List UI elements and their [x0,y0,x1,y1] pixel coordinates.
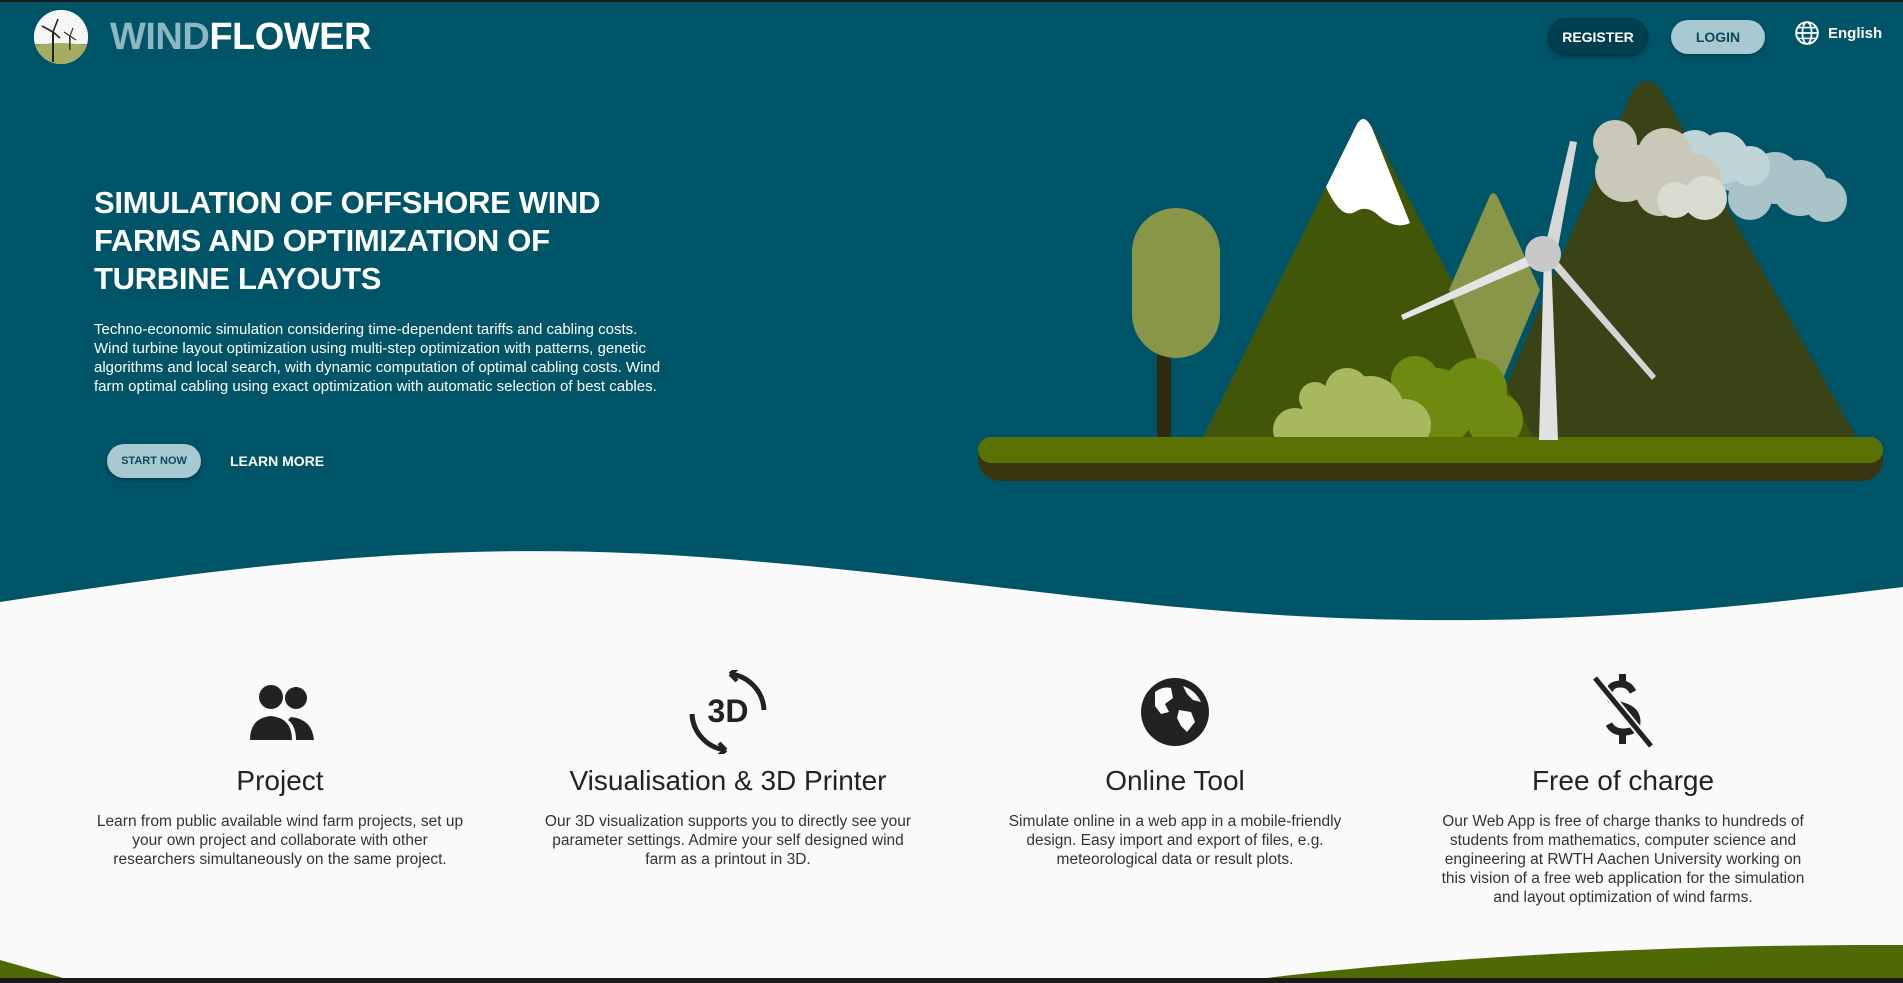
language-selector[interactable]: English [1794,18,1882,48]
learn-more-button[interactable]: LEARN MORE [230,448,324,474]
hero-section: WINDFLOWER REGISTER LOGIN English SIMULA… [0,2,1903,642]
feature-project: Project Learn from public available wind… [85,670,475,869]
logo-wordmark: WINDFLOWER [110,18,371,56]
feature-online-tool: Online Tool Simulate online in a web app… [980,670,1370,869]
feature-visualisation: 3D Visualisation & 3D Printer Our 3D vis… [533,670,923,869]
globe-icon [1141,678,1209,746]
feature-text: Our 3D visualization supports you to dir… [544,813,912,868]
feature-title: Visualisation & 3D Printer [569,765,887,796]
hero-description: Techno-economic simulation considering t… [94,321,661,395]
hero-illustration [978,81,1883,481]
logo-text-flower: FLOWER [209,16,371,58]
feature-title: Project [236,765,324,796]
start-now-button[interactable]: START NOW [107,444,201,478]
logo-text-wind: WIND [110,16,210,58]
top-border [0,0,1903,2]
hero-title: SIMULATION OF OFFSHORE WIND FARMS AND OP… [94,185,601,296]
globe-language-icon [1795,21,1819,45]
logo-link[interactable]: WINDFLOWER [34,10,371,64]
feature-title: Free of charge [1531,765,1715,796]
money-off-icon [1591,674,1655,749]
hero-wave-divider [0,551,1903,642]
login-button[interactable]: LOGIN [1671,20,1765,54]
3d-rotation-icon: 3D [689,670,767,754]
language-label: English [1828,24,1883,42]
feature-text: Our Web App is free of charge thanks to … [1441,813,1805,906]
windflower-logo-icon [34,10,88,64]
feature-title: Online Tool [1105,765,1245,796]
feature-text: Simulate online in a web app in a mobile… [1008,813,1342,868]
people-icon [250,685,314,740]
footer-wave-divider [0,944,1903,983]
register-button[interactable]: REGISTER [1548,18,1648,56]
3d-icon-text: 3D [708,693,749,729]
feature-text: Learn from public available wind farm pr… [96,813,464,868]
feature-free-of-charge: Free of charge Our Web App is free of ch… [1428,670,1818,907]
